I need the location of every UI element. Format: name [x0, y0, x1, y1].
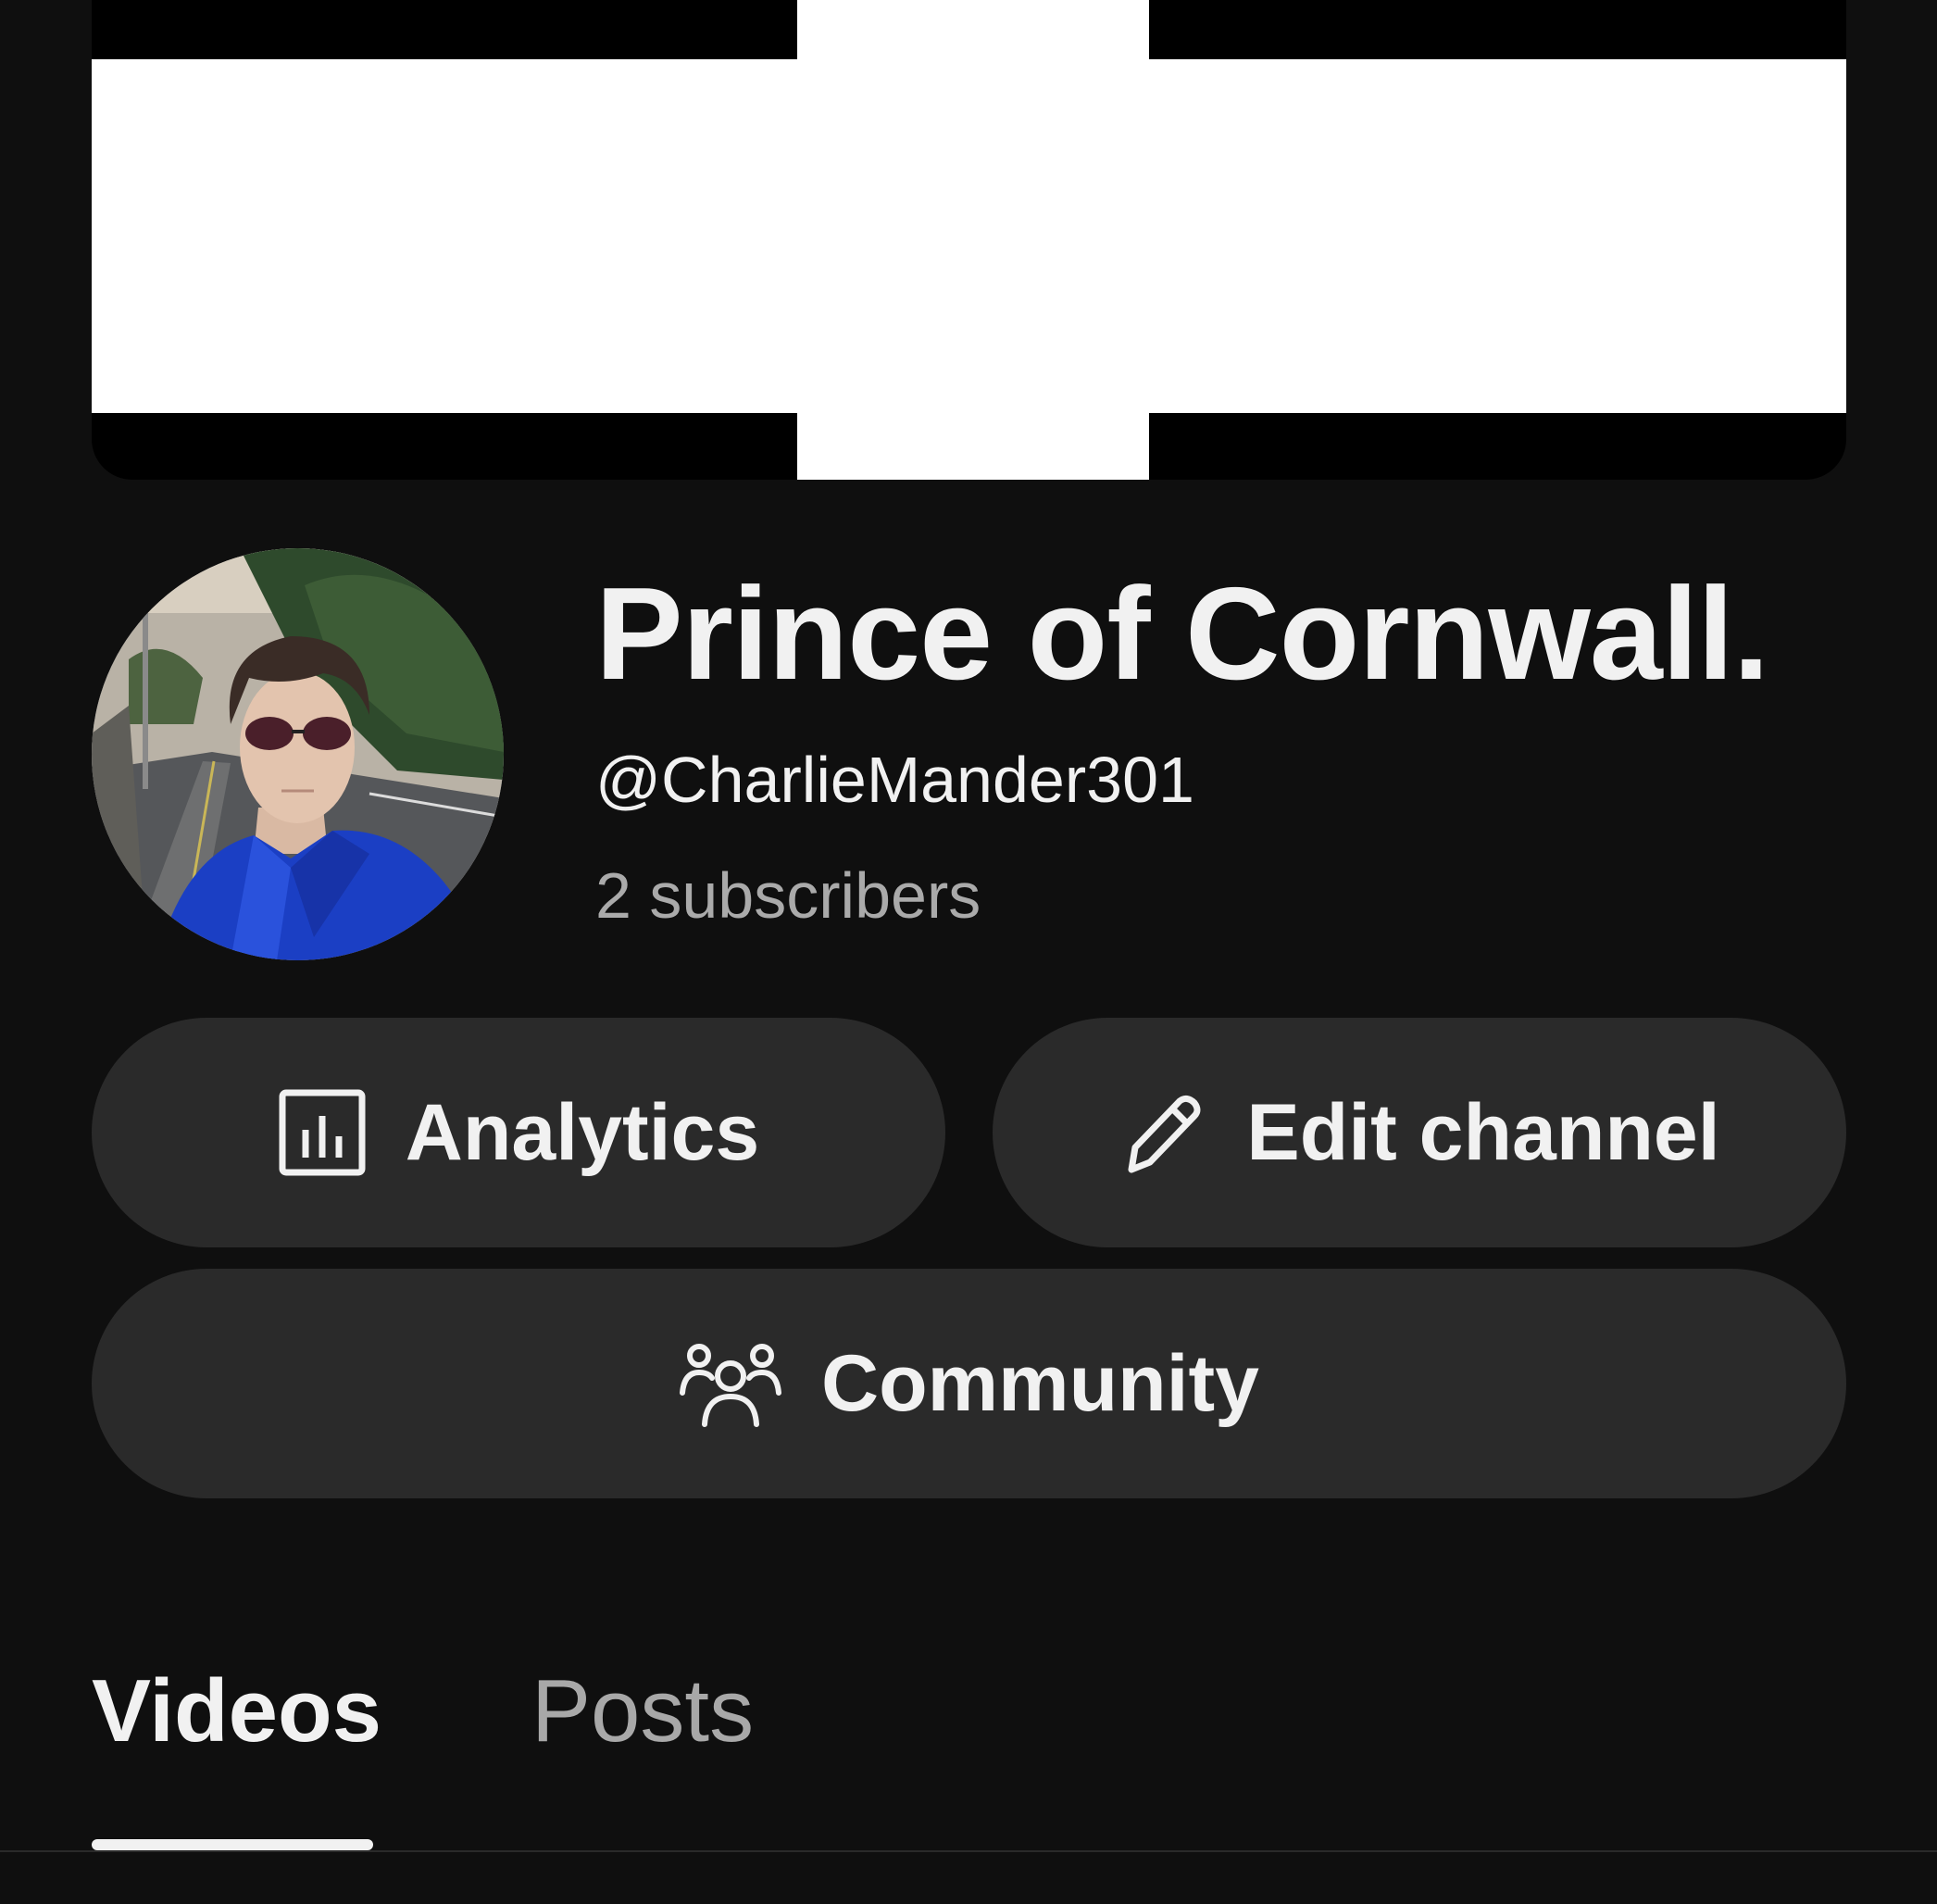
subscriber-count: 2 subscribers — [595, 859, 981, 932]
tabs-divider — [0, 1850, 1937, 1852]
community-label: Community — [821, 1338, 1259, 1428]
analytics-label: Analytics — [405, 1087, 760, 1177]
avatar-photo — [92, 548, 504, 960]
tab-posts[interactable]: Posts — [531, 1658, 754, 1764]
pencil-icon — [1118, 1088, 1207, 1177]
community-button[interactable]: Community — [92, 1269, 1846, 1498]
channel-name: Prince of Cornwall. — [595, 560, 1769, 708]
avatar[interactable] — [92, 548, 504, 960]
channel-page: Prince of Cornwall. @CharlieMander301 2 … — [0, 0, 1937, 1904]
tab-selected-indicator — [92, 1839, 373, 1850]
tab-videos[interactable]: Videos — [92, 1658, 381, 1764]
edit-channel-label: Edit channel — [1246, 1087, 1720, 1177]
analytics-button[interactable]: Analytics — [92, 1018, 945, 1247]
people-group-icon — [679, 1339, 782, 1428]
edit-channel-button[interactable]: Edit channel — [993, 1018, 1846, 1247]
channel-handle: @CharlieMander301 — [595, 744, 1194, 816]
banner-cross-vertical — [797, 0, 1149, 480]
channel-banner — [92, 0, 1846, 480]
analytics-chart-icon — [278, 1088, 367, 1177]
